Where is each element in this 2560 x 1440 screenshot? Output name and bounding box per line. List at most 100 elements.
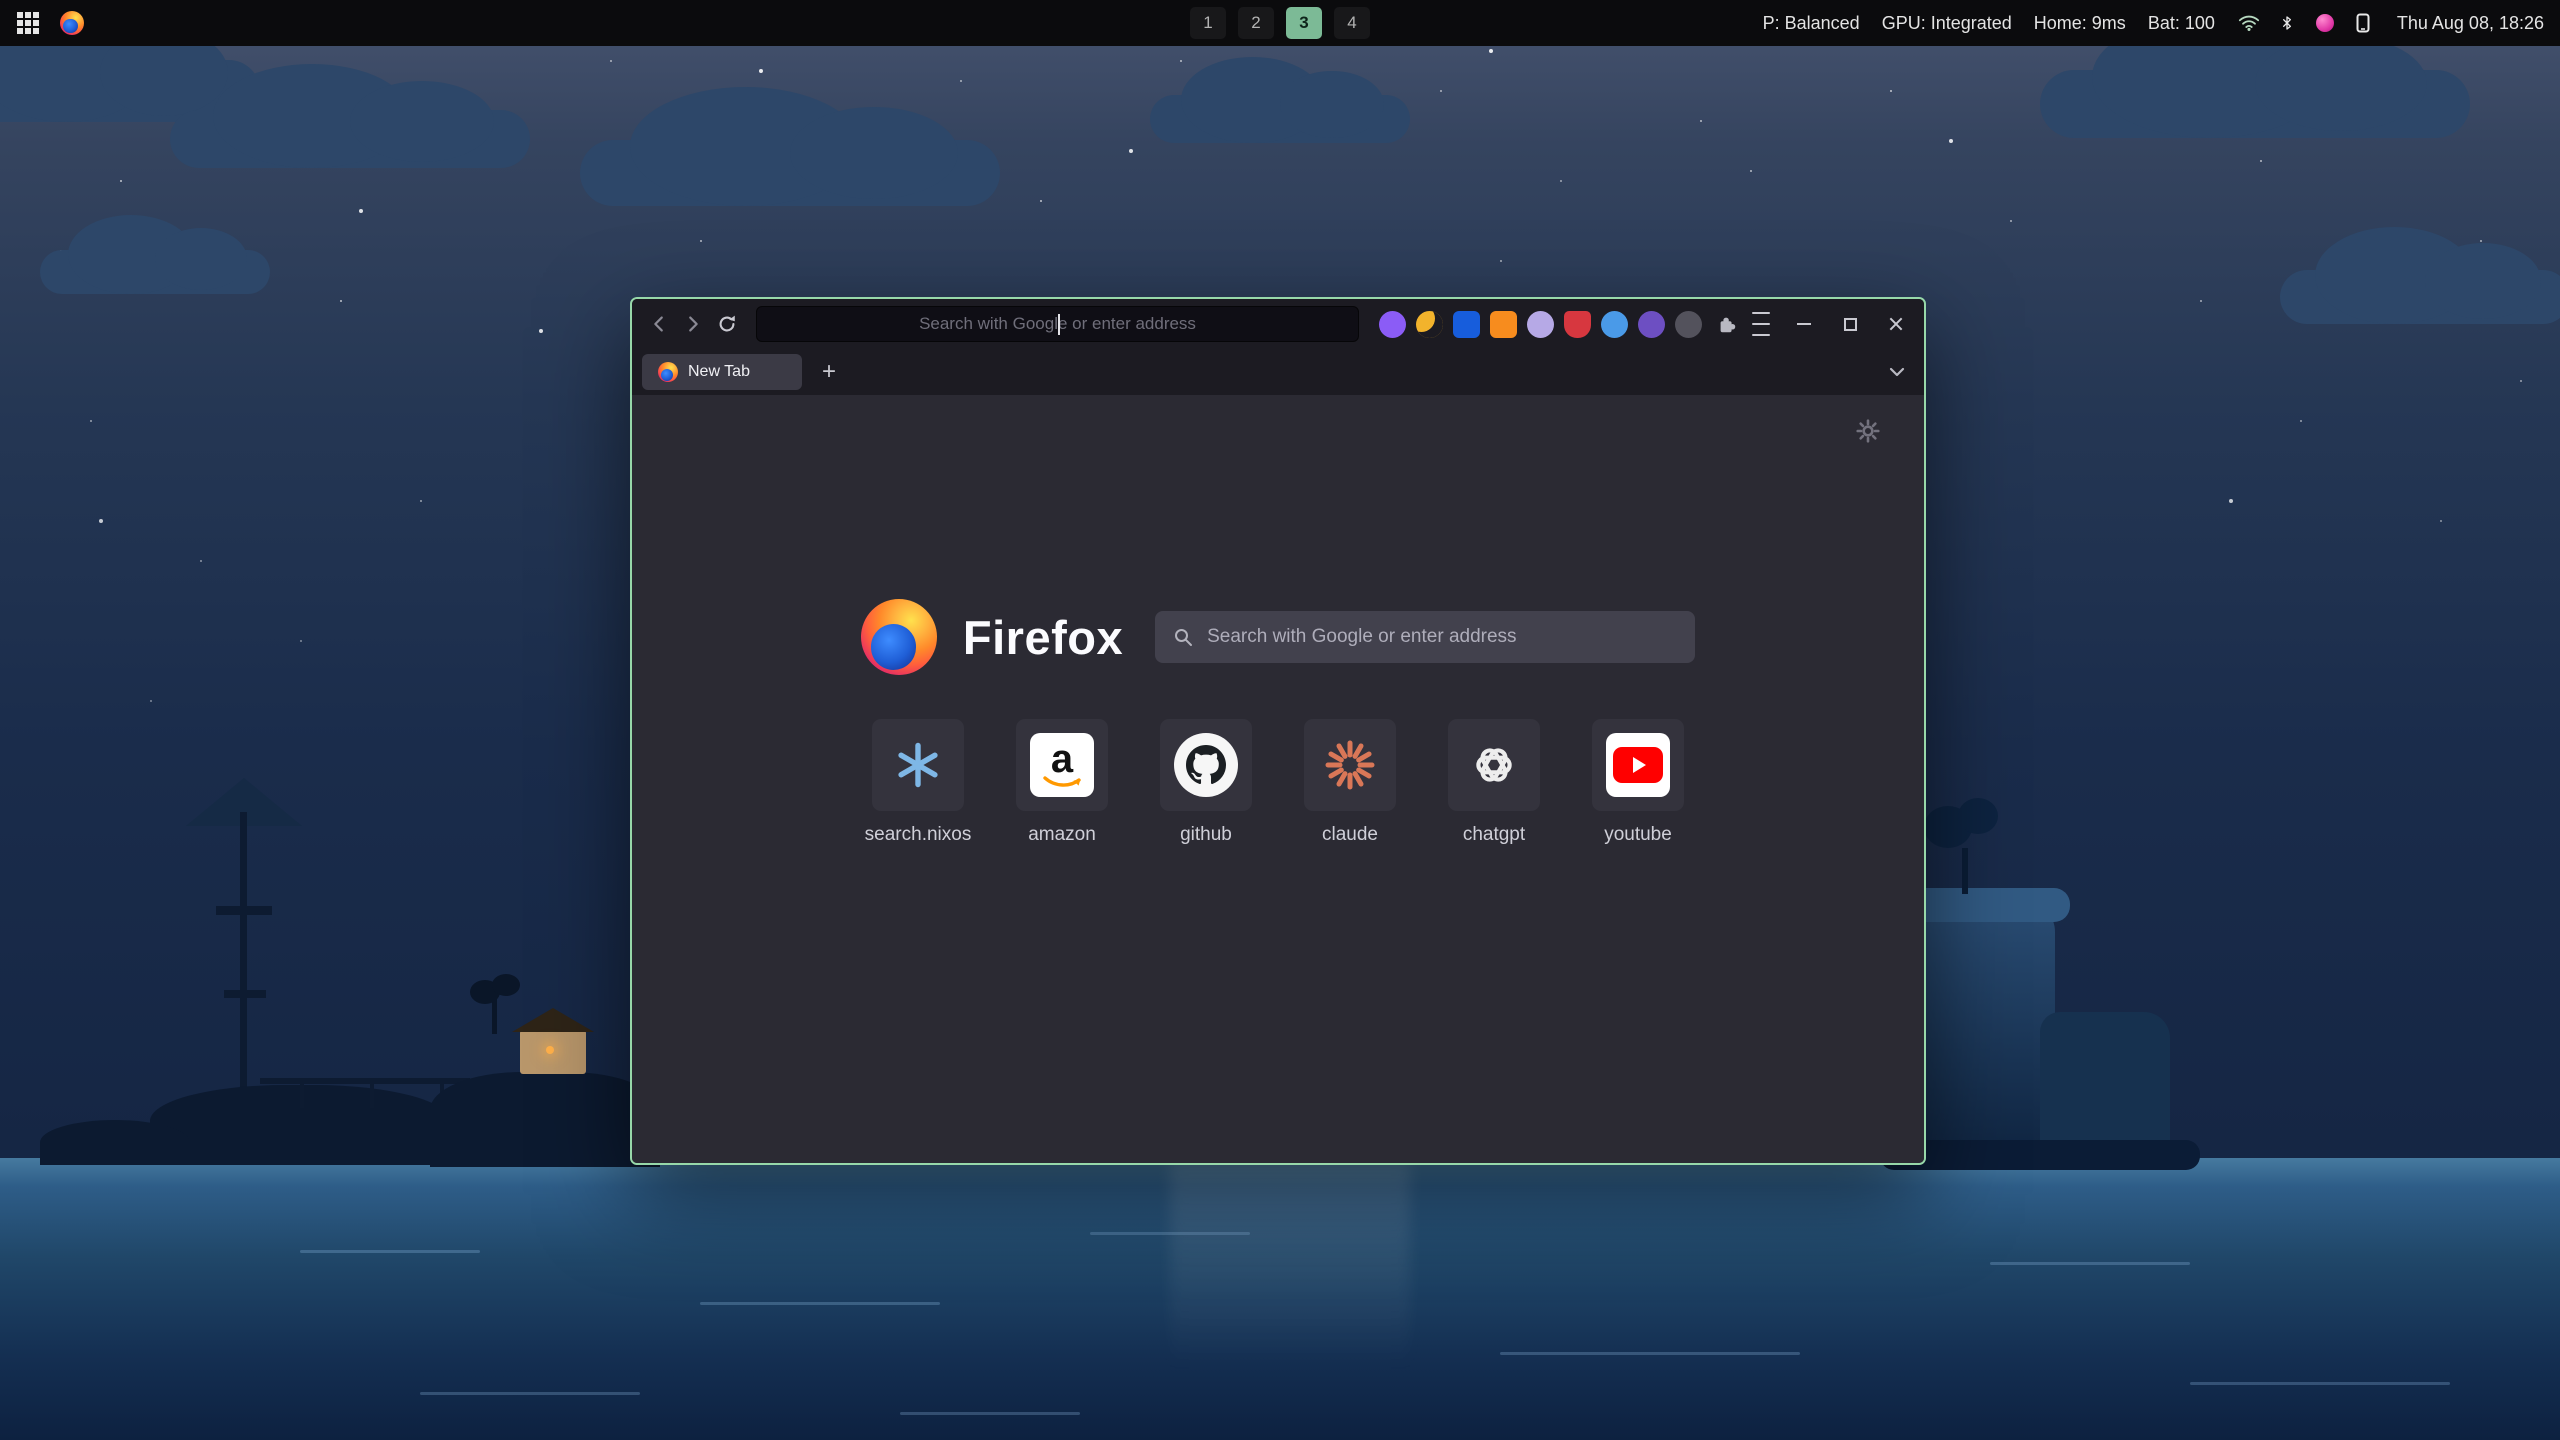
extension-icon-4[interactable] xyxy=(1490,311,1517,338)
bridge xyxy=(260,1078,470,1084)
reload-button[interactable] xyxy=(710,307,744,341)
extensions-puzzle-icon[interactable] xyxy=(1710,307,1744,341)
status-ping: Home: 9ms xyxy=(2034,13,2126,34)
shortcut-tile[interactable]: a xyxy=(1016,719,1108,811)
shortcut-label: github xyxy=(1180,824,1232,846)
extension-icon-5[interactable] xyxy=(1527,311,1554,338)
wave-ripple xyxy=(2190,1382,2450,1385)
workspace-2[interactable]: 2 xyxy=(1238,7,1274,39)
minimize-icon xyxy=(1797,323,1811,325)
tab-bar: New Tab + xyxy=(632,349,1924,395)
browser-toolbar xyxy=(632,299,1924,349)
wifi-icon[interactable] xyxy=(2237,11,2261,35)
github-icon xyxy=(1174,733,1238,797)
newtab-search-input[interactable] xyxy=(1207,626,1677,648)
shortcut-github[interactable]: github xyxy=(1160,719,1252,846)
maximize-button[interactable] xyxy=(1832,308,1868,340)
status-power-profile: P: Balanced xyxy=(1763,13,1860,34)
firefox-logo xyxy=(861,599,937,675)
extension-icon-8[interactable] xyxy=(1638,311,1665,338)
shortcut-tile[interactable] xyxy=(1160,719,1252,811)
display-device-icon[interactable] xyxy=(2351,11,2375,35)
new-tab-button[interactable]: + xyxy=(812,355,846,389)
shortcut-tile[interactable] xyxy=(1592,719,1684,811)
media-dot-icon xyxy=(2316,14,2334,32)
wave-ripple xyxy=(420,1392,640,1395)
shortcut-claude[interactable]: claude xyxy=(1304,719,1396,846)
firefox-favicon xyxy=(658,362,678,382)
status-gpu: GPU: Integrated xyxy=(1882,13,2012,34)
tab-title: New Tab xyxy=(688,363,750,381)
cloud xyxy=(2280,270,2560,324)
extension-icon-6[interactable] xyxy=(1564,311,1591,338)
extension-icon-3[interactable] xyxy=(1453,311,1480,338)
shortcut-label: chatgpt xyxy=(1463,824,1525,846)
youtube-play-icon xyxy=(1613,747,1663,783)
shortcut-tile[interactable] xyxy=(872,719,964,811)
hut-light xyxy=(546,1046,554,1054)
cloud xyxy=(170,110,530,168)
status-battery: Bat: 100 xyxy=(2148,13,2215,34)
bluetooth-icon[interactable] xyxy=(2275,11,2299,35)
claude-starburst-icon xyxy=(1322,737,1378,793)
workspace-1[interactable]: 1 xyxy=(1190,7,1226,39)
tower-platform xyxy=(216,906,272,915)
shortcut-tile[interactable] xyxy=(1304,719,1396,811)
tab-new-tab[interactable]: New Tab xyxy=(642,354,802,390)
youtube-icon xyxy=(1606,733,1670,797)
newtab-hero: Firefox xyxy=(632,599,1924,675)
system-tray xyxy=(2237,11,2375,35)
clock: Thu Aug 08, 18:26 xyxy=(2397,13,2544,34)
island-rock-column xyxy=(1905,900,2055,1162)
workspace-3-active[interactable]: 3 xyxy=(1286,7,1322,39)
wave-ripple xyxy=(300,1250,480,1253)
close-button[interactable] xyxy=(1878,308,1914,340)
extension-icon-7[interactable] xyxy=(1601,311,1628,338)
tower-platform xyxy=(224,990,266,998)
shortcut-search-nixos[interactable]: search.nixos xyxy=(872,719,964,846)
newtab-page: Firefox search.nixos a a xyxy=(632,395,1924,1163)
island-rock xyxy=(40,1120,190,1165)
shortcut-tile[interactable] xyxy=(1448,719,1540,811)
personalize-gear-icon[interactable] xyxy=(1852,415,1884,447)
palm-canopy xyxy=(492,974,520,996)
menu-button[interactable] xyxy=(1744,307,1778,341)
shortcut-youtube[interactable]: youtube xyxy=(1592,719,1684,846)
text-caret xyxy=(1058,314,1060,335)
bridge-post xyxy=(300,1082,304,1108)
bridge-post xyxy=(370,1082,374,1108)
palm-trunk xyxy=(492,998,497,1034)
back-button[interactable] xyxy=(642,307,676,341)
amazon-icon: a xyxy=(1030,733,1094,797)
search-icon xyxy=(1173,627,1193,647)
list-tabs-chevron-icon[interactable] xyxy=(1880,355,1914,389)
forward-button[interactable] xyxy=(676,307,710,341)
extension-icon-1[interactable] xyxy=(1379,311,1406,338)
wave-ripple xyxy=(900,1412,1080,1415)
window-controls xyxy=(1786,308,1914,340)
amazon-smile-icon xyxy=(1042,776,1082,789)
nixos-snowflake-icon xyxy=(892,739,944,791)
media-icon[interactable] xyxy=(2313,11,2337,35)
island-rock xyxy=(430,1072,660,1167)
shortcut-chatgpt[interactable]: chatgpt xyxy=(1448,719,1540,846)
cloud xyxy=(580,140,1000,206)
wave-ripple xyxy=(1090,1232,1250,1235)
shortcut-amazon[interactable]: a amazon xyxy=(1016,719,1108,846)
firefox-launcher-icon[interactable] xyxy=(60,11,84,35)
url-bar[interactable] xyxy=(756,306,1359,342)
shortcut-tiles: search.nixos a amazon github xyxy=(632,719,1924,846)
cloud xyxy=(2040,70,2470,138)
apps-grid-icon xyxy=(17,12,23,18)
shortcut-label: search.nixos xyxy=(865,824,972,846)
wave-ripple xyxy=(1990,1262,2190,1265)
extension-icon-2[interactable] xyxy=(1416,311,1443,338)
hut-roof xyxy=(512,1008,594,1032)
extension-icon-9[interactable] xyxy=(1675,311,1702,338)
workspace-4[interactable]: 4 xyxy=(1334,7,1370,39)
app-launcher-button[interactable] xyxy=(16,11,40,35)
chatgpt-knot-icon xyxy=(1469,740,1519,790)
newtab-search-bar[interactable] xyxy=(1155,611,1695,663)
minimize-button[interactable] xyxy=(1786,308,1822,340)
wave-ripple xyxy=(700,1302,940,1305)
